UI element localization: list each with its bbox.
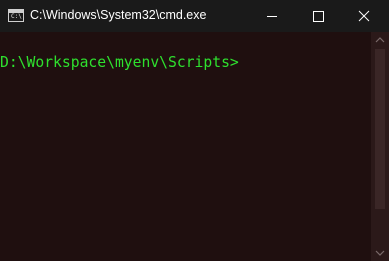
minimize-icon xyxy=(267,16,277,17)
cmd-window: C:\ C:\Windows\System32\cmd.exe D:\Works… xyxy=(0,0,389,261)
window-title: C:\Windows\System32\cmd.exe xyxy=(30,8,207,22)
command-prompt[interactable]: D:\Workspace\myenv\Scripts> xyxy=(0,54,239,72)
maximize-icon xyxy=(313,11,324,22)
chevron-up-icon xyxy=(375,37,385,43)
chevron-down-icon xyxy=(375,250,385,256)
app-icon-label: C:\ xyxy=(11,13,22,20)
scroll-down-button[interactable] xyxy=(371,245,389,261)
console-output[interactable]: D:\Workspace\myenv\Scripts> xyxy=(0,32,371,261)
maximize-button[interactable] xyxy=(301,0,335,32)
vertical-scrollbar[interactable] xyxy=(371,32,389,261)
title-bar[interactable]: C:\ C:\Windows\System32\cmd.exe xyxy=(0,0,389,32)
close-button[interactable] xyxy=(347,0,381,32)
scroll-up-button[interactable] xyxy=(371,32,389,48)
cmd-app-icon[interactable]: C:\ xyxy=(8,9,24,22)
close-icon xyxy=(358,10,370,22)
minimize-button[interactable] xyxy=(255,0,289,32)
scroll-thumb[interactable] xyxy=(375,49,385,209)
